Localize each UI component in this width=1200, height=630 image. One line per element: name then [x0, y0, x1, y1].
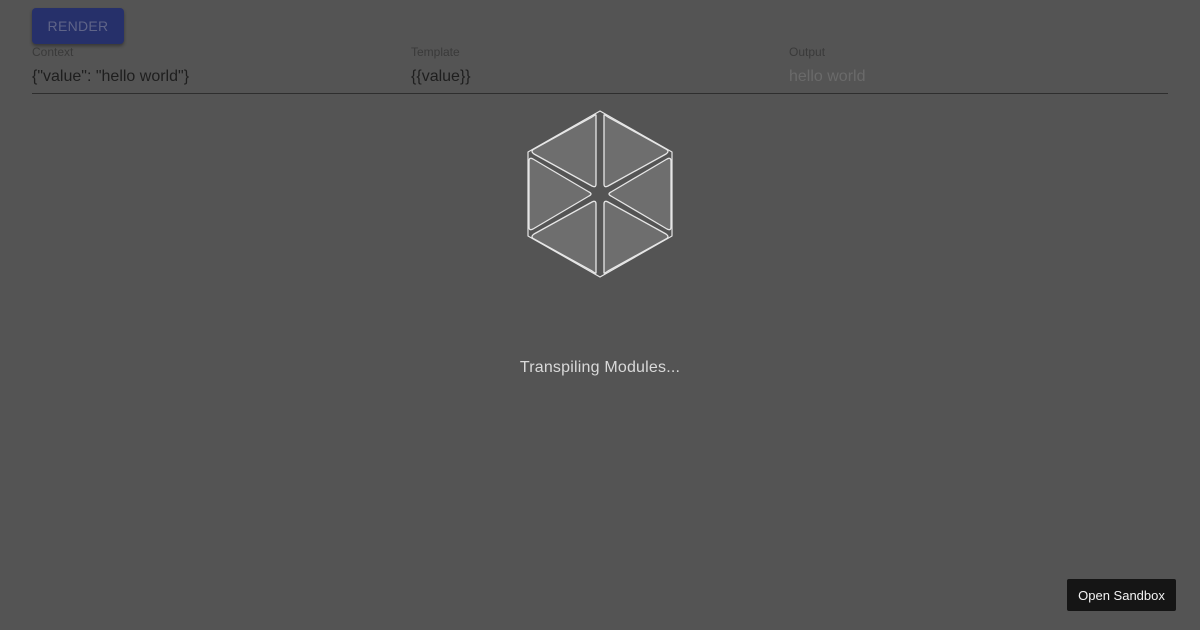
context-input[interactable]	[32, 66, 372, 88]
context-label: Context	[32, 45, 74, 59]
output-label: Output	[789, 45, 826, 59]
loading-status-text: Transpiling Modules...	[519, 359, 681, 376]
loading-overlay: RENDER Context Template Output	[0, 0, 1200, 630]
codesandbox-cube-icon	[527, 110, 673, 278]
render-button[interactable]: RENDER	[32, 8, 124, 44]
template-field: Template	[411, 44, 771, 93]
open-sandbox-button[interactable]: Open Sandbox	[1067, 579, 1176, 611]
output-field: Output	[789, 44, 1168, 93]
output-input[interactable]	[789, 66, 1129, 88]
fields-row: Context Template Output	[32, 44, 1168, 94]
template-label: Template	[411, 45, 460, 59]
context-field: Context	[32, 44, 392, 93]
template-input[interactable]	[411, 66, 751, 88]
